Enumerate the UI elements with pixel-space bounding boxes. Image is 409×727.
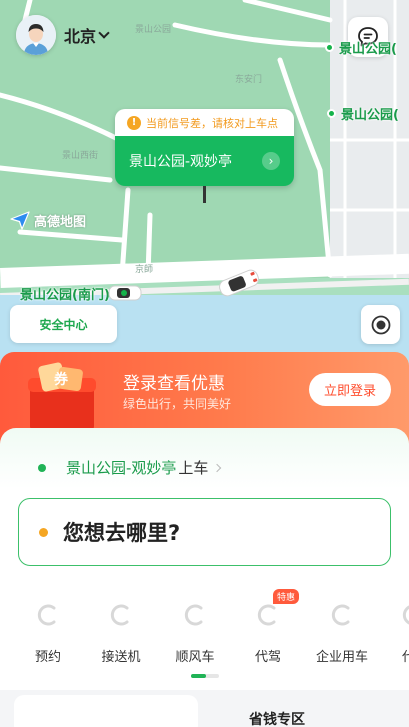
poi-dot-icon (325, 43, 334, 52)
user-avatar-icon[interactable] (16, 15, 56, 55)
loading-placeholder-icon (110, 604, 129, 626)
pickup-place-row[interactable]: 景山公园-观妙亭 › (115, 136, 294, 186)
loading-placeholder-icon (402, 605, 409, 625)
signal-warning: ! 当前信号差，请核对上车点 (115, 109, 294, 136)
city-name[interactable]: 北京 (64, 23, 96, 47)
chevron-down-icon[interactable] (98, 27, 110, 39)
promo-subtitle: 绿色出行，共同美好 (123, 397, 232, 411)
pickup-point-card[interactable]: ! 当前信号差，请核对上车点 景山公园-观妙亭 › (115, 109, 294, 186)
map-label: 京師 (135, 265, 154, 275)
pickup-location-row[interactable]: 景山公园-观妙亭 上车 (38, 457, 222, 478)
service-label: 企业用车 (315, 650, 368, 665)
chevron-right-icon (213, 463, 222, 472)
poi-label: 景山公园( (341, 108, 399, 123)
service-label: 顺风车 (175, 650, 215, 665)
chevron-right-icon[interactable]: › (262, 152, 280, 170)
loading-placeholder-icon (257, 604, 276, 626)
amap-logo-text: 高德地图 (34, 214, 87, 230)
service-enterprise[interactable]: 企业用车 (305, 602, 379, 665)
login-button[interactable]: 立即登录 (309, 373, 391, 406)
poi-label: 景山公园( (339, 42, 397, 57)
map-label: 景山公园 (135, 25, 172, 35)
signal-warning-text: 当前信号差，请核对上车点 (146, 116, 278, 130)
map-poi-top-right[interactable]: 景山公园( (325, 38, 397, 57)
service-more[interactable]: 代 (378, 602, 409, 665)
bottom-section: 省钱专区 (0, 690, 409, 727)
loading-placeholder-icon (331, 604, 350, 626)
map-label: 景山西街 (62, 151, 99, 161)
promo-badge: 特惠 (273, 589, 300, 604)
destination-placeholder: 您想去哪里? (63, 521, 181, 545)
service-label: 预约 (34, 650, 61, 665)
pickup-suffix: 上车 (178, 459, 209, 477)
destination-input[interactable]: 您想去哪里? (18, 498, 391, 566)
safety-center-label: 安全中心 (39, 317, 88, 332)
service-label: 代 (402, 650, 409, 665)
pickup-pin-icon (203, 186, 206, 203)
locate-icon (371, 315, 390, 334)
service-chauffeur[interactable]: 特惠 代驾 (231, 589, 305, 665)
pickup-dot-icon (38, 463, 46, 472)
safety-center-button[interactable]: 安全中心 (10, 305, 117, 343)
locate-button[interactable] (361, 305, 400, 344)
pickup-location: 景山公园-观妙亭 (66, 459, 177, 477)
loading-placeholder-icon (184, 604, 203, 626)
coupon-gift-icon: 券 (28, 362, 96, 432)
amap-arrow-icon (10, 211, 30, 230)
warning-icon: ! (127, 115, 141, 130)
page-indicator-active (191, 674, 206, 678)
loading-placeholder-icon (37, 604, 56, 626)
pickup-place-name: 景山公园-观妙亭 (129, 154, 233, 170)
bottom-card[interactable] (14, 695, 198, 727)
map-poi-right[interactable]: 景山公园( (327, 104, 399, 123)
car-icon (219, 269, 259, 297)
destination-dot-icon (39, 527, 48, 537)
service-carpool[interactable]: 顺风车 (158, 602, 232, 665)
service-reserve[interactable]: 预约 (11, 602, 85, 665)
promo-title: 登录查看优惠 (123, 374, 225, 394)
map-label: 东安门 (235, 75, 263, 85)
page-indicator (191, 674, 219, 678)
city-selector[interactable]: 北京 (16, 15, 110, 55)
poi-dot-icon (327, 109, 336, 118)
map-poi-south-gate[interactable]: 景山公园(南门) (20, 284, 110, 303)
amap-logo: 高德地图 (9, 210, 86, 230)
poi-label: 景山公园(南门) (20, 288, 110, 303)
service-grid: 预约 接送机 顺风车 特惠 代驾 企业用车 代 (0, 580, 409, 690)
saving-zone-title[interactable]: 省钱专区 (249, 709, 305, 727)
booking-panel: 景山公园-观妙亭 上车 您想去哪里? (0, 428, 409, 580)
map-view[interactable]: 景山公园 景山西街 东安门 京師 北京 景山公园( 景山公园(景山公园(南门)… (0, 0, 409, 375)
service-label: 接送机 (101, 650, 141, 665)
service-airport[interactable]: 接送机 (84, 602, 158, 665)
service-label: 代驾 (254, 650, 281, 665)
car-icon (108, 285, 142, 301)
gift-coupon-text: 券 (54, 371, 69, 388)
